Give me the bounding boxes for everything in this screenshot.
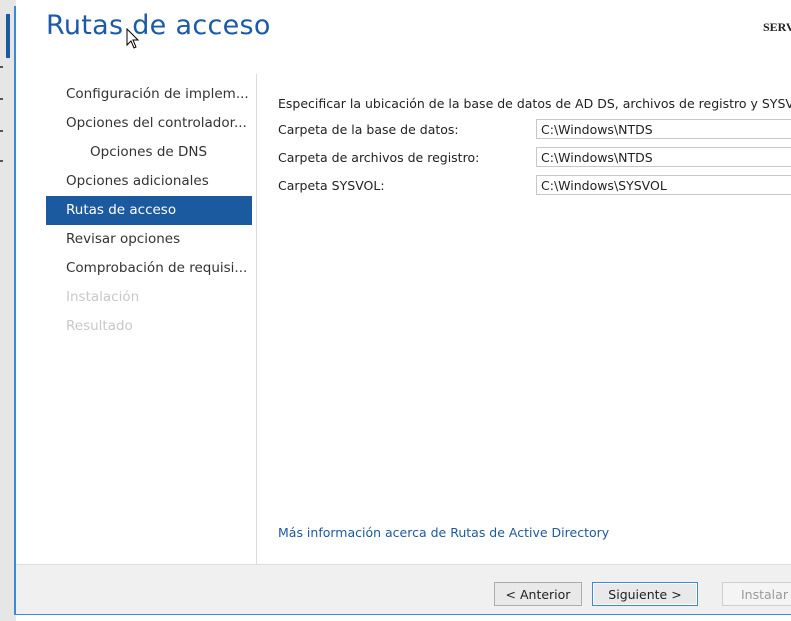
nav-item-opciones-controlador[interactable]: Opciones del controlador... [46,109,252,138]
main-content: Especificar la ubicación de la base de d… [278,96,791,198]
edge-tick [0,160,3,162]
target-server-label: SERV [763,20,791,34]
mouse-cursor-icon [126,28,140,49]
log-folder-label: Carpeta de archivos de registro: [278,150,480,165]
nav-divider [256,74,257,564]
nav-item-opciones-adicionales[interactable]: Opciones adicionales [46,167,252,196]
nav-item-rutas-acceso[interactable]: Rutas de acceso [46,196,252,225]
wizard-footer: < Anterior Siguiente > Instalar [16,564,791,614]
nav-item-revisar-opciones[interactable]: Revisar opciones [46,225,252,254]
more-info-link[interactable]: Más información acerca de Rutas de Activ… [278,525,609,540]
nav-item-instalacion: Instalación [66,289,140,305]
nav-item-configuracion-implementacion[interactable]: Configuración de implem... [46,80,252,109]
database-folder-input[interactable] [536,119,791,139]
previous-button[interactable]: < Anterior [494,582,582,606]
log-folder-input[interactable] [536,147,791,167]
page-description: Especificar la ubicación de la base de d… [278,96,791,111]
sysvol-folder-row: Carpeta SYSVOL: [278,174,791,198]
wizard-steps-nav: Configuración de implem... Opciones del … [46,80,252,341]
nav-item-opciones-dns[interactable]: Opciones de DNS [46,138,252,167]
page-title: Rutas de acceso [46,10,271,41]
nav-item-resultado: Resultado [66,318,133,334]
next-button[interactable]: Siguiente > [592,582,698,606]
edge-tick [0,66,3,68]
edge-tick [0,98,3,100]
database-folder-label: Carpeta de la base de datos: [278,122,459,137]
sysvol-folder-input[interactable] [536,175,791,195]
background-window-accent [6,14,10,58]
nav-item-comprobacion-requisitos[interactable]: Comprobación de requisi... [46,254,252,283]
log-folder-row: Carpeta de archivos de registro: [278,146,791,170]
sysvol-folder-label: Carpeta SYSVOL: [278,178,385,193]
database-folder-row: Carpeta de la base de datos: [278,118,791,142]
install-button: Instalar [722,582,791,606]
edge-tick [0,130,3,132]
